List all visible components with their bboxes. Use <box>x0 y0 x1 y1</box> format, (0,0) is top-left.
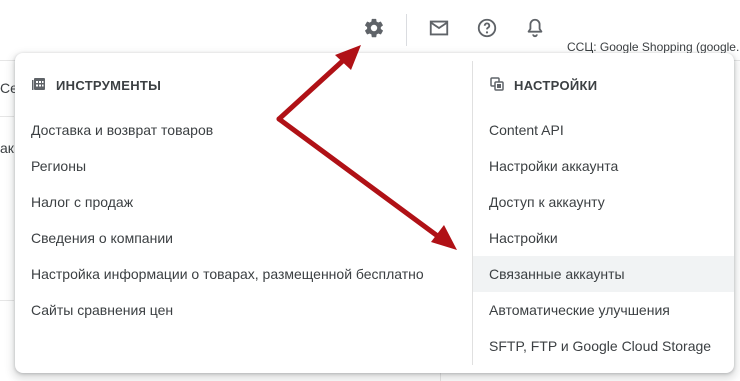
background-tab-divider <box>0 116 14 117</box>
background-column-divider <box>440 372 441 381</box>
settings-button[interactable] <box>361 17 387 43</box>
tools-section-title: ИНСТРУМЕНТЫ <box>56 78 162 93</box>
settings-section-title: НАСТРОЙКИ <box>514 78 598 93</box>
tools-list: Доставка и возврат товаров Регионы Налог… <box>15 112 472 328</box>
menu-item-sftp-ftp-gcs[interactable]: SFTP, FTP и Google Cloud Storage <box>473 328 734 364</box>
mail-button[interactable] <box>426 17 452 43</box>
bell-icon <box>524 17 546 44</box>
menu-item-free-listings[interactable]: Настройка информации о товарах, размещен… <box>15 256 472 292</box>
tools-section-header: ИНСТРУМЕНТЫ <box>32 77 161 94</box>
background-row-fragment: ак <box>0 140 14 156</box>
menu-item-regions[interactable]: Регионы <box>15 148 472 184</box>
tools-grid-icon <box>32 77 46 94</box>
menu-item-settings[interactable]: Настройки <box>473 220 734 256</box>
settings-copy-icon <box>490 77 504 94</box>
notifications-button[interactable] <box>522 17 548 43</box>
gear-icon <box>363 17 385 44</box>
menu-item-account-settings[interactable]: Настройки аккаунта <box>473 148 734 184</box>
help-button[interactable] <box>474 17 500 43</box>
settings-section-header: НАСТРОЙКИ <box>490 77 597 94</box>
menu-item-automatic-improvements[interactable]: Автоматические улучшения <box>473 292 734 328</box>
menu-item-content-api[interactable]: Content API <box>473 112 734 148</box>
menu-item-linked-accounts[interactable]: Связанные аккаунты <box>473 256 734 292</box>
help-icon <box>476 17 498 44</box>
toolbar-divider <box>406 14 407 46</box>
menu-item-comparison-shopping[interactable]: Сайты сравнения цен <box>15 292 472 328</box>
account-label[interactable]: ССЦ: Google Shopping (google. <box>567 40 739 54</box>
background-row-divider <box>0 300 14 301</box>
menu-item-shipping-returns[interactable]: Доставка и возврат товаров <box>15 112 472 148</box>
mail-icon <box>428 17 450 44</box>
menu-item-business-info[interactable]: Сведения о компании <box>15 220 472 256</box>
menu-item-sales-tax[interactable]: Налог с продаж <box>15 184 472 220</box>
settings-list: Content API Настройки аккаунта Доступ к … <box>473 112 734 364</box>
menu-item-account-access[interactable]: Доступ к аккаунту <box>473 184 734 220</box>
tools-settings-menu: ИНСТРУМЕНТЫ Доставка и возврат товаров Р… <box>15 53 734 373</box>
